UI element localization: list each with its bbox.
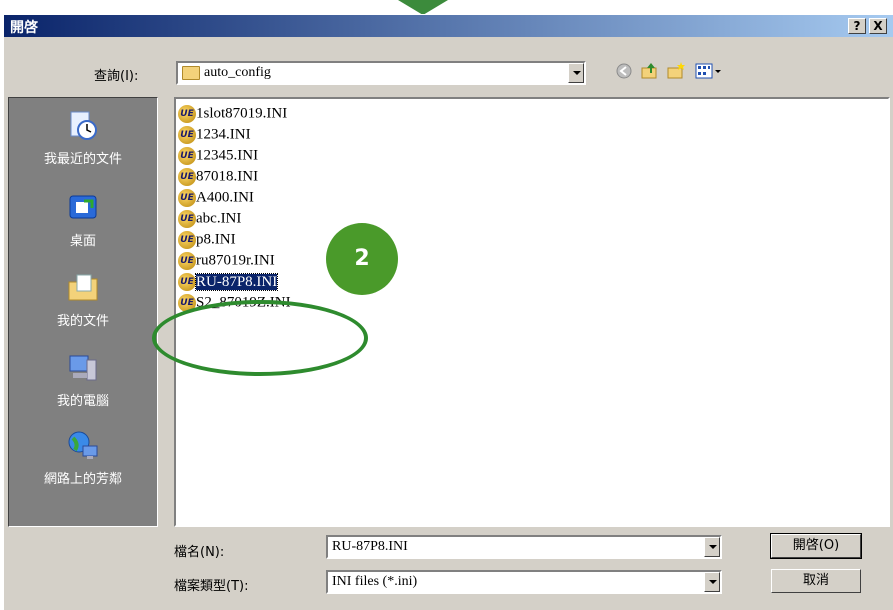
annotation-pointer-arrow bbox=[398, 0, 448, 15]
filetype-value: INI files (*.ini) bbox=[332, 574, 418, 589]
file-item[interactable]: UE abc.INI bbox=[178, 210, 241, 229]
chevron-down-icon[interactable] bbox=[704, 537, 720, 557]
cancel-button[interactable]: 取消 bbox=[771, 569, 861, 593]
ultraedit-icon: UE bbox=[178, 126, 196, 144]
lookin-value: auto_config bbox=[204, 65, 271, 80]
step-badge: 2 bbox=[326, 223, 398, 295]
desktop-icon bbox=[69, 195, 97, 219]
file-item-selected[interactable]: UE RU-87P8.INI bbox=[178, 272, 279, 292]
ultraedit-icon: UE bbox=[178, 189, 196, 207]
my-documents-icon bbox=[68, 274, 98, 301]
filename-label: 檔名(N): bbox=[174, 545, 225, 560]
file-item[interactable]: UE ru87019r.INI bbox=[178, 252, 275, 271]
annotation-highlight-ellipse bbox=[152, 300, 368, 376]
lookin-dropdown[interactable]: auto_config bbox=[176, 61, 586, 85]
recent-documents-icon bbox=[70, 111, 97, 140]
up-folder-icon[interactable] bbox=[640, 61, 660, 81]
ultraedit-icon: UE bbox=[178, 273, 196, 291]
title-bar: 開啓 ? X bbox=[4, 15, 893, 37]
place-label: 網路上的芳鄰 bbox=[43, 472, 122, 487]
place-label: 我的文件 bbox=[56, 314, 109, 329]
new-folder-icon[interactable] bbox=[666, 61, 686, 81]
network-places-icon bbox=[68, 431, 98, 459]
ultraedit-icon: UE bbox=[178, 168, 196, 186]
dialog-title: 開啓 bbox=[10, 20, 38, 36]
my-computer-icon bbox=[69, 355, 97, 381]
place-desktop[interactable]: 桌面 bbox=[9, 192, 157, 249]
file-item[interactable]: UE A400.INI bbox=[178, 189, 254, 208]
ultraedit-icon: UE bbox=[178, 147, 196, 165]
file-item[interactable]: UE 1234.INI bbox=[178, 126, 251, 145]
open-file-dialog: 開啓 ? X 查詢(I): auto_config 我最近的文件 桌面 我的文件… bbox=[3, 14, 893, 610]
filetype-label: 檔案類型(T): bbox=[174, 579, 249, 594]
lookin-label: 查詢(I): bbox=[94, 69, 139, 84]
filename-input[interactable]: RU-87P8.INI bbox=[326, 535, 722, 559]
chevron-down-icon[interactable] bbox=[704, 572, 720, 592]
close-button[interactable]: X bbox=[869, 18, 887, 34]
filetype-dropdown[interactable]: INI files (*.ini) bbox=[326, 570, 722, 594]
back-icon[interactable] bbox=[614, 61, 634, 81]
file-item[interactable]: UE 1slot87019.INI bbox=[178, 105, 287, 124]
place-recent-documents[interactable]: 我最近的文件 bbox=[9, 110, 157, 167]
ultraedit-icon: UE bbox=[178, 105, 196, 123]
view-menu-icon[interactable] bbox=[694, 61, 724, 81]
filename-value: RU-87P8.INI bbox=[332, 539, 408, 554]
ultraedit-icon: UE bbox=[178, 231, 196, 249]
open-button[interactable]: 開啓(O) bbox=[770, 533, 862, 559]
file-item[interactable]: UE p8.INI bbox=[178, 231, 236, 250]
file-item[interactable]: UE 87018.INI bbox=[178, 168, 258, 187]
place-label: 我的電腦 bbox=[56, 394, 109, 409]
folder-icon bbox=[182, 65, 200, 80]
file-item[interactable]: UE 12345.INI bbox=[178, 147, 258, 166]
ultraedit-icon: UE bbox=[178, 252, 196, 270]
place-label: 桌面 bbox=[69, 234, 96, 249]
chevron-down-icon[interactable] bbox=[568, 63, 584, 83]
place-my-computer[interactable]: 我的電腦 bbox=[9, 352, 157, 409]
help-button[interactable]: ? bbox=[848, 18, 866, 34]
ultraedit-icon: UE bbox=[178, 210, 196, 228]
places-bar: 我最近的文件 桌面 我的文件 我的電腦 網路上的芳鄰 bbox=[8, 97, 158, 527]
place-network[interactable]: 網路上的芳鄰 bbox=[9, 430, 157, 487]
place-label: 我最近的文件 bbox=[43, 152, 122, 167]
place-my-documents[interactable]: 我的文件 bbox=[9, 272, 157, 329]
